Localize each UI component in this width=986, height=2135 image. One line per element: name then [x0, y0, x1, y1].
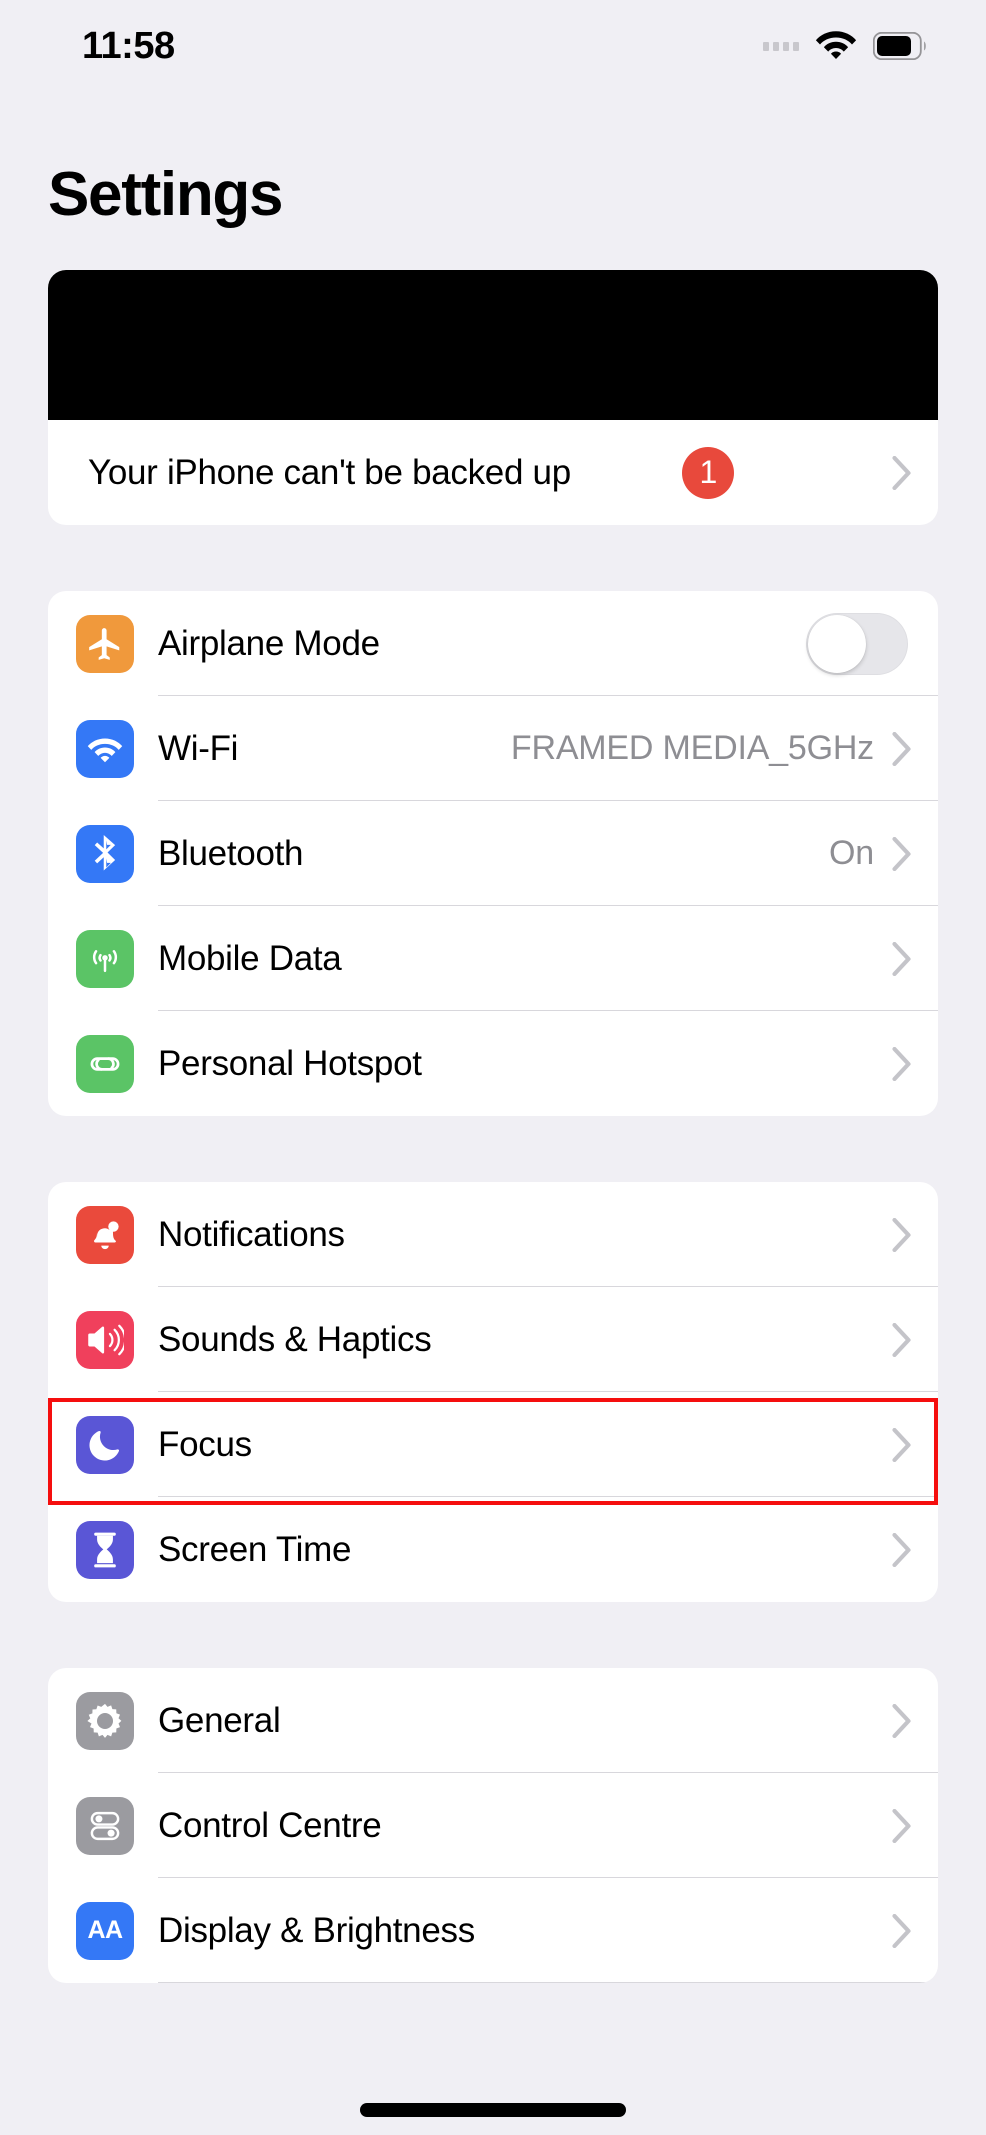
status-bar-time: 11:58 [82, 24, 175, 67]
speaker-waves-icon [76, 1310, 134, 1369]
settings-row-wifi[interactable]: Wi-Fi FRAMED MEDIA_5GHz [48, 696, 938, 801]
account-group: Your iPhone can't be backed up 1 [48, 270, 938, 525]
settings-list: Your iPhone can't be backed up 1 Airplan… [0, 270, 986, 1983]
settings-row-mobile-data[interactable]: Mobile Data [48, 906, 938, 1011]
aa-glyph: AA [87, 1916, 123, 1944]
chevron-right-icon [892, 1046, 912, 1081]
chevron-right-icon [892, 731, 912, 766]
chevron-right-icon [892, 1703, 912, 1738]
hourglass-icon [76, 1520, 134, 1579]
moon-icon [76, 1415, 134, 1474]
chevron-right-icon [892, 836, 912, 871]
settings-row-general[interactable]: General [48, 1668, 938, 1773]
system-group: General Control Centre AA Display & Brig… [48, 1668, 938, 1983]
settings-row-label: Notifications [158, 1214, 345, 1254]
cell-tower-icon [76, 929, 134, 988]
chevron-right-icon [892, 1217, 912, 1252]
chevron-right-icon [892, 1532, 912, 1567]
chevron-right-icon [892, 941, 912, 976]
settings-row-label: Display & Brightness [158, 1910, 475, 1950]
signal-dots-icon [763, 41, 799, 51]
bluetooth-icon [76, 824, 134, 883]
wifi-network-value: FRAMED MEDIA_5GHz [510, 729, 874, 767]
settings-row-label: Screen Time [158, 1529, 352, 1569]
chevron-right-icon [892, 455, 912, 490]
settings-row-label: Sounds & Haptics [158, 1319, 432, 1359]
chevron-right-icon [892, 1322, 912, 1357]
bell-icon [76, 1205, 134, 1264]
settings-row-label: General [158, 1700, 281, 1740]
chevron-right-icon [892, 1808, 912, 1843]
status-bar: 11:58 [0, 0, 986, 92]
settings-row-label: Airplane Mode [158, 623, 380, 663]
bluetooth-state-value: On [829, 834, 874, 872]
settings-row-personal-hotspot[interactable]: Personal Hotspot [48, 1011, 938, 1116]
status-badge: 1 [682, 446, 735, 499]
notifications-group: Notifications Sounds & Haptics Focus Scr… [48, 1182, 938, 1602]
settings-row-label: Bluetooth [158, 833, 304, 873]
wifi-tile-icon [76, 719, 134, 778]
gear-icon [76, 1691, 134, 1750]
settings-row-label: Personal Hotspot [158, 1043, 422, 1083]
page-title: Settings [48, 160, 283, 229]
settings-row-label: Wi-Fi [158, 728, 239, 768]
backup-warning-row[interactable]: Your iPhone can't be backed up 1 [48, 420, 938, 525]
settings-row-sounds-haptics[interactable]: Sounds & Haptics [48, 1287, 938, 1392]
battery-icon [873, 32, 928, 60]
wifi-icon [815, 28, 857, 64]
settings-row-screen-time[interactable]: Screen Time [48, 1497, 938, 1602]
settings-row-notifications[interactable]: Notifications [48, 1182, 938, 1287]
hotspot-link-icon [76, 1034, 134, 1093]
chevron-right-icon [892, 1913, 912, 1948]
chevron-right-icon [892, 1427, 912, 1462]
backup-warning-label: Your iPhone can't be backed up [88, 452, 571, 492]
connectivity-group: Airplane Mode Wi-Fi FRAMED MEDIA_5GHz Bl… [48, 591, 938, 1116]
text-size-aa-icon: AA [76, 1901, 134, 1960]
sliders-toggles-icon [76, 1796, 134, 1855]
home-indicator[interactable] [360, 2103, 626, 2117]
airplane-mode-toggle[interactable] [806, 612, 908, 675]
settings-row-label: Control Centre [158, 1805, 382, 1845]
settings-row-label: Mobile Data [158, 938, 342, 978]
settings-row-bluetooth[interactable]: Bluetooth On [48, 801, 938, 906]
airplane-icon [76, 614, 134, 673]
settings-row-display-brightness[interactable]: AA Display & Brightness [48, 1878, 938, 1983]
settings-row-control-centre[interactable]: Control Centre [48, 1773, 938, 1878]
settings-row-focus[interactable]: Focus [48, 1392, 938, 1497]
status-bar-indicators [763, 28, 928, 64]
settings-row-label: Focus [158, 1424, 252, 1464]
apple-id-banner-redacted[interactable] [48, 270, 938, 420]
settings-row-airplane-mode[interactable]: Airplane Mode [48, 591, 938, 696]
